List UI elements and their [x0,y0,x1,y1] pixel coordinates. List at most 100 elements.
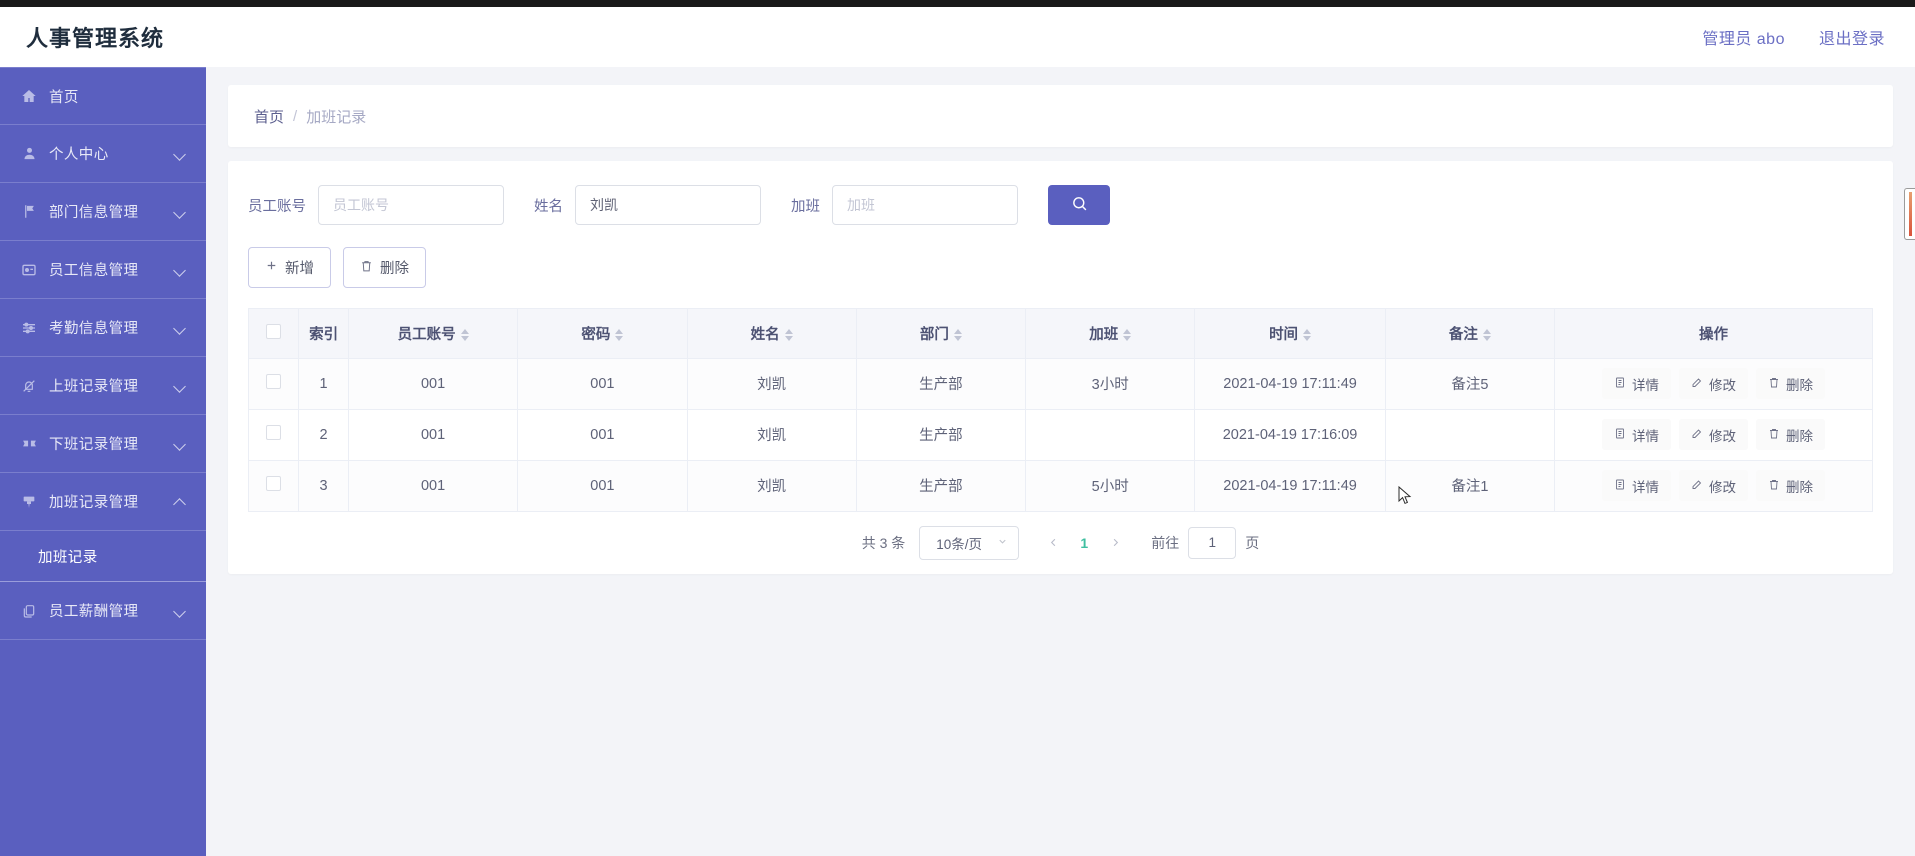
cell-operations: 详情 修改 删除 [1554,409,1872,461]
sort-icon[interactable] [460,328,469,341]
select-all-checkbox[interactable] [266,323,282,339]
trash-icon [1768,478,1780,494]
current-user-label[interactable]: 管理员 abo [1702,25,1785,49]
sidebar-item-label: 下班记录管理 [49,437,139,453]
detail-button[interactable]: 详情 [1602,470,1672,501]
column-overtime[interactable]: 加班 [1025,309,1196,359]
row-delete-button[interactable]: 删除 [1756,419,1826,450]
row-select-cell [249,460,300,512]
sidebar-submenu-overtime: 加班记录 [0,531,206,582]
sort-icon[interactable] [1303,328,1312,341]
sidebar-item-label: 上班记录管理 [49,379,139,395]
trash-icon [1768,376,1780,392]
column-account[interactable]: 员工账号 [348,309,519,359]
page-title: 人事管理系统 [26,26,165,51]
field-label-account: 员工账号 [248,198,306,215]
sidebar-item-personal-center[interactable]: 个人中心 [0,125,206,183]
cell-time: 2021-04-19 17:11:49 [1194,358,1386,410]
cell-name: 刘凯 [687,358,857,410]
sidebar-item-clockin-management[interactable]: 上班记录管理 [0,357,206,415]
trash-icon [360,259,373,277]
edit-button[interactable]: 修改 [1679,419,1749,450]
sort-icon[interactable] [1123,328,1132,341]
goto-page-input[interactable] [1188,526,1237,559]
chevron-down-icon [174,321,188,335]
column-remark[interactable]: 备注 [1385,309,1556,359]
detail-button-label: 详情 [1632,428,1660,444]
cell-name: 刘凯 [687,460,857,512]
cell-overtime: 3小时 [1025,358,1196,410]
edit-button[interactable]: 修改 [1679,368,1749,399]
sidebar-item-overtime-management[interactable]: 加班记录管理 [0,473,206,531]
add-button-label: 新增 [285,261,314,277]
sidebar-item-home[interactable]: 首页 [0,67,206,125]
column-label: 部门 [919,326,949,343]
plus-icon [265,259,278,276]
sidebar-item-attendance-management[interactable]: 考勤信息管理 [0,299,206,357]
edit-button[interactable]: 修改 [1679,470,1749,501]
row-delete-button[interactable]: 删除 [1756,368,1826,399]
prev-page-button[interactable] [1041,529,1065,557]
sidebar-item-salary-management[interactable]: 员工薪酬管理 [0,582,206,640]
sidebar-item-label: 员工信息管理 [49,263,139,279]
detail-button[interactable]: 详情 [1602,368,1672,399]
copy-icon [18,600,40,622]
main-content: 首页 / 加班记录 员工账号 姓名 加班 [206,67,1915,856]
next-page-button[interactable] [1103,529,1127,557]
column-label: 时间 [1269,326,1299,343]
row-delete-button-label: 删除 [1786,428,1814,444]
row-checkbox[interactable] [266,374,282,389]
column-label: 员工账号 [397,326,456,343]
page-size-select[interactable]: 10条/页 [919,525,1020,560]
row-checkbox[interactable] [266,425,282,440]
field-name: 姓名 [534,185,761,225]
search-button[interactable] [1048,185,1110,225]
search-input-account[interactable] [318,185,504,225]
chevron-down-icon [174,263,188,277]
cell-password: 001 [517,460,688,512]
column-department[interactable]: 部门 [856,309,1027,359]
column-label: 备注 [1448,326,1478,343]
sidebar-item-label: 员工薪酬管理 [49,604,139,620]
cell-index: 3 [298,460,349,512]
sidebar-item-overtime-records[interactable]: 加班记录 [0,531,206,581]
search-input-overtime[interactable] [832,185,1018,225]
page-number-1[interactable]: 1 [1071,529,1097,557]
cell-password: 001 [517,358,688,410]
pagination-total: 共 3 条 [861,534,906,551]
sort-icon[interactable] [1482,328,1491,341]
sidebar-item-label: 个人中心 [49,147,109,163]
user-icon [18,143,40,165]
add-button[interactable]: 新增 [248,247,331,288]
column-name[interactable]: 姓名 [687,309,857,359]
bulk-delete-button[interactable]: 删除 [343,247,426,288]
table-toolbar: 新增 删除 [248,247,1873,288]
column-time[interactable]: 时间 [1194,309,1386,359]
table-row: 1 001 001 刘凯 生产部 3小时 2021-04-19 17:11:49… [249,358,1872,410]
sidebar-item-label: 考勤信息管理 [49,321,139,337]
breadcrumb-home[interactable]: 首页 [254,106,284,127]
sidebar-item-label: 加班记录管理 [49,495,139,511]
bell-off-icon [18,375,40,397]
sidebar-item-clockout-management[interactable]: 下班记录管理 [0,415,206,473]
sidebar-item-department-management[interactable]: 部门信息管理 [0,183,206,241]
cell-time: 2021-04-19 17:16:09 [1194,409,1386,461]
detail-button[interactable]: 详情 [1602,419,1672,450]
sidebar-item-employee-management[interactable]: 员工信息管理 [0,241,206,299]
column-password[interactable]: 密码 [517,309,688,359]
column-label: 姓名 [750,326,780,343]
edge-tab-widget[interactable] [1904,188,1915,240]
edge-tab-indicator [1908,192,1912,236]
cell-account: 001 [348,358,519,410]
cell-time: 2021-04-19 17:11:49 [1194,460,1386,512]
edit-button-label: 修改 [1709,428,1737,444]
column-label: 加班 [1089,326,1119,343]
row-checkbox[interactable] [266,476,282,491]
chevron-down-icon [174,437,188,451]
sort-icon[interactable] [784,328,793,341]
search-input-name[interactable] [575,185,761,225]
row-delete-button[interactable]: 删除 [1756,470,1826,501]
sort-icon[interactable] [615,328,624,341]
sort-icon[interactable] [953,328,962,341]
logout-button[interactable]: 退出登录 [1819,25,1885,49]
